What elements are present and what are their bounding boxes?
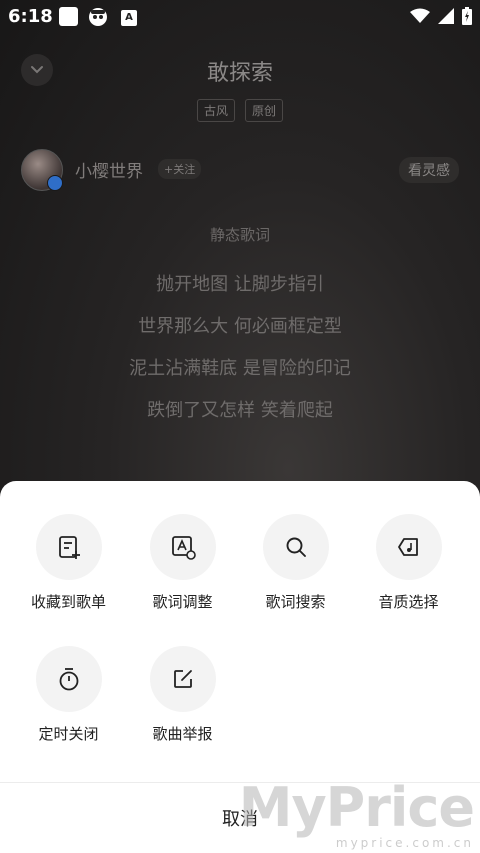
follow-button[interactable]: +关注 (158, 159, 202, 179)
action-label: 音质选择 (378, 593, 439, 611)
lyric-search-button[interactable]: 歌词搜索 (239, 514, 352, 612)
timer-icon (59, 668, 78, 691)
lyrics-heading: 静态歌词 (209, 226, 270, 244)
action-label: 歌词搜索 (265, 593, 326, 611)
search-icon (286, 537, 306, 557)
song-tags: 古风 原创 (0, 99, 480, 122)
status-time: 6:18 (8, 6, 53, 27)
report-song-button[interactable]: 歌曲举报 (126, 646, 239, 744)
action-label: 歌曲举报 (152, 725, 213, 743)
song-title: 敢探索 (206, 61, 273, 86)
lyric-adjust-icon (171, 536, 196, 560)
lyric-adjust-button[interactable]: 歌词调整 (126, 514, 239, 612)
report-icon (173, 670, 192, 688)
status-bar: 6:18 A (0, 0, 480, 34)
lyric-line: 跌倒了又怎样 笑着爬起 (147, 400, 333, 421)
lyric-line: 世界那么大 何必画框定型 (138, 316, 342, 337)
tag-original[interactable]: 原创 (245, 99, 284, 122)
lyrics-panel[interactable]: 抛开地图 让脚步指引 世界那么大 何必画框定型 泥土沾满鞋底 是冒险的印记 跌倒… (0, 270, 480, 438)
battery-icon (462, 7, 472, 29)
notification-a-icon: A (121, 10, 137, 26)
cancel-button[interactable]: 取消 (0, 783, 480, 853)
notification-app-icon (88, 7, 108, 27)
verified-badge-icon (47, 175, 63, 191)
sleep-timer-button[interactable]: 定时关闭 (12, 646, 125, 744)
action-label: 歌词调整 (152, 593, 213, 611)
lyric-line: 泥土沾满鞋底 是冒险的印记 (129, 358, 351, 379)
tag-style[interactable]: 古风 (196, 99, 235, 122)
notification-square-icon (59, 7, 78, 26)
more-options-sheet: 收藏到歌单 歌词调整 歌词搜索 音质选择 定时关闭 歌曲举报 取消 (0, 481, 480, 853)
add-to-playlist-icon (58, 536, 80, 559)
artist-name[interactable]: 小樱世界 (75, 157, 143, 182)
sound-quality-icon (397, 538, 418, 556)
inspiration-button[interactable]: 看灵感 (399, 157, 459, 183)
signal-icon (438, 8, 454, 28)
wifi-icon (410, 8, 430, 28)
action-label: 收藏到歌单 (30, 593, 106, 611)
lyric-line: 抛开地图 让脚步指引 (156, 274, 324, 295)
add-to-playlist-button[interactable]: 收藏到歌单 (12, 514, 125, 612)
sound-quality-button[interactable]: 音质选择 (352, 514, 465, 612)
action-label: 定时关闭 (38, 725, 99, 743)
artist-row: 小樱世界 +关注 看灵感 (21, 149, 459, 191)
